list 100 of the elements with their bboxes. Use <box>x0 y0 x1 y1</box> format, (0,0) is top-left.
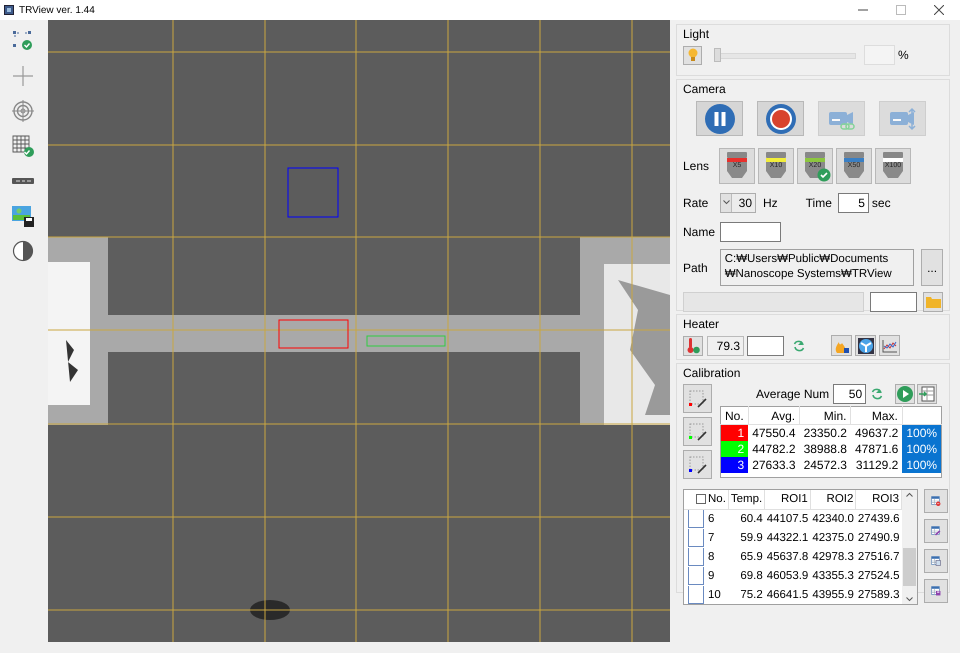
pause-icon <box>704 102 736 134</box>
table-cell: 44107.5 <box>764 509 810 528</box>
table-cell: 31129.2 <box>850 456 902 472</box>
roi-draw-button[interactable] <box>683 384 712 413</box>
roi-number: 1 <box>720 424 748 440</box>
play-button[interactable] <box>895 384 916 404</box>
chart-button[interactable] <box>879 335 900 356</box>
table-cell: 47550.4 <box>748 424 800 440</box>
field-label: Path <box>683 260 709 274</box>
roi-draw-icon <box>688 422 708 442</box>
row-checkbox[interactable] <box>688 510 704 528</box>
table-cell-text: 45637.8 <box>766 550 810 564</box>
table-cell-text: 46641.5 <box>766 588 810 602</box>
column-header[interactable]: Temp. <box>728 490 765 509</box>
table-cell-text: 42375.0 <box>811 530 855 546</box>
export-button[interactable] <box>917 384 938 404</box>
camera-button[interactable] <box>757 101 804 136</box>
scroll-down-icon[interactable] <box>906 597 913 602</box>
column-header[interactable]: Min. <box>800 406 851 424</box>
name-field[interactable] <box>720 222 781 242</box>
table-cell: 27439.6 <box>856 509 902 528</box>
app-icon <box>4 5 14 15</box>
refresh-icon[interactable] <box>793 340 805 352</box>
slider-thumb[interactable] <box>714 48 721 62</box>
grid-check-icon[interactable] <box>12 135 34 157</box>
group-title: Heater <box>683 317 720 331</box>
table-cell: 42340.0 <box>810 509 856 528</box>
row-checkbox[interactable] <box>688 566 704 584</box>
table-cell: 49637.2 <box>850 424 902 440</box>
caret-icon <box>722 200 730 205</box>
column-header[interactable]: ROI2 <box>810 490 856 509</box>
path-field[interactable]: C:₩Users₩Public₩Documents ₩Nanoscope Systems₩TRView <box>720 249 914 286</box>
scrollbar[interactable] <box>902 490 917 604</box>
table-cell: 44782.2 <box>748 440 800 456</box>
table-calc-button[interactable] <box>924 549 948 573</box>
refresh-icon[interactable] <box>871 388 884 400</box>
select-all-checkbox[interactable] <box>696 494 706 504</box>
field-label: Name <box>683 225 716 239</box>
field-label: Lens <box>683 159 710 173</box>
table-cell-text: 7 <box>707 530 716 546</box>
output-field[interactable] <box>870 292 918 312</box>
scrollbar-thumb[interactable] <box>902 548 916 586</box>
window-title: TRView ver. 1.44 <box>19 4 95 16</box>
column-header[interactable]: No. <box>706 490 728 509</box>
time-field[interactable]: 5 <box>838 193 869 213</box>
average-field[interactable]: 50 <box>833 384 866 404</box>
crosshair-icon[interactable] <box>12 65 34 87</box>
browse-button[interactable]: ... <box>921 249 943 286</box>
roi-draw-icon <box>688 388 708 408</box>
percent-cell: 100% <box>902 440 942 456</box>
table-cell-text: 43355.3 <box>811 568 855 584</box>
table-cell-text: 27524.5 <box>856 568 900 584</box>
camera-button[interactable] <box>696 101 743 136</box>
corners-check-icon[interactable] <box>12 30 34 52</box>
unit-label: % <box>898 48 909 62</box>
roi-draw-button[interactable] <box>683 450 712 479</box>
roi-draw-button[interactable] <box>683 417 712 446</box>
fan-button[interactable] <box>855 335 876 356</box>
image-save-icon[interactable] <box>12 205 34 227</box>
table-cell: 60.4 <box>728 509 765 528</box>
column-header[interactable]: ROI3 <box>856 490 902 509</box>
table-cell-text: 59.9 <box>739 530 764 546</box>
group-title: Calibration <box>683 366 740 380</box>
column-header[interactable]: ROI1 <box>764 490 810 509</box>
thermometer-button[interactable] <box>683 336 703 356</box>
table-delete-button[interactable] <box>924 489 948 513</box>
target-icon[interactable] <box>12 100 34 122</box>
roi-draw-icon <box>688 454 708 474</box>
light-slider[interactable] <box>714 47 856 63</box>
table-cell-text: 27589.3 <box>856 588 900 602</box>
table-edit-button[interactable] <box>924 519 948 543</box>
rate-dropdown[interactable]: 30 <box>720 193 756 213</box>
table-cell-text: 10 <box>707 588 722 602</box>
table-save-button[interactable] <box>924 579 948 603</box>
scroll-up-icon[interactable] <box>906 492 913 497</box>
light-button[interactable] <box>683 46 702 64</box>
row-checkbox[interactable] <box>688 586 704 604</box>
contrast-icon[interactable] <box>12 240 34 262</box>
setpoint-field[interactable] <box>747 336 784 356</box>
table-cell: 47871.6 <box>850 440 902 456</box>
table-cell-text: 46053.9 <box>766 568 810 584</box>
line-chart-icon <box>882 338 898 352</box>
table-cell-text: 27516.7 <box>856 550 900 564</box>
heat-button[interactable] <box>831 335 852 356</box>
column-header[interactable]: Avg. <box>748 406 800 424</box>
close-icon[interactable] <box>934 5 944 15</box>
unit-label: sec <box>872 196 891 210</box>
field-label: Average Num <box>756 387 830 401</box>
table-cell: 24572.3 <box>800 456 851 472</box>
row-checkbox[interactable] <box>688 528 704 546</box>
record-icon <box>764 102 796 134</box>
thermometer-check-icon <box>686 338 700 354</box>
row-checkbox[interactable] <box>688 548 704 566</box>
percent-cell: 100% <box>902 456 942 472</box>
table-cell-text: 8 <box>707 550 716 564</box>
roi-number: 2 <box>720 440 748 456</box>
table-arrow-icon <box>919 386 936 402</box>
temperature-field: 79.3 <box>707 336 744 356</box>
bar-icon[interactable] <box>12 176 34 186</box>
column-header[interactable]: Max. <box>850 406 902 424</box>
